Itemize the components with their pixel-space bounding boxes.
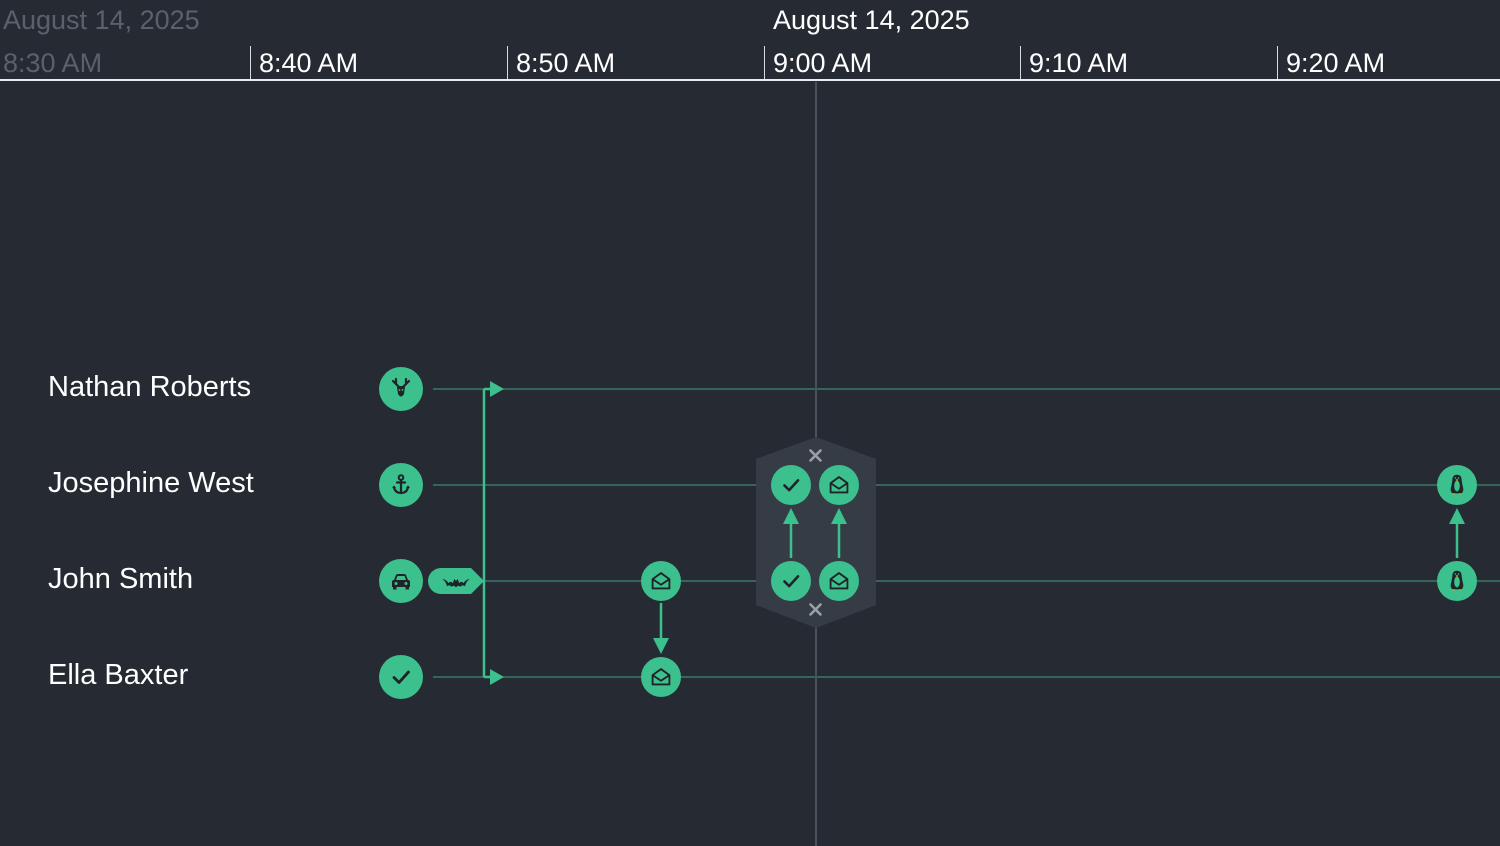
lane-label-nathan-roberts[interactable]: Nathan Roberts	[48, 371, 251, 404]
penguin-icon[interactable]	[1437, 561, 1477, 601]
check-icon[interactable]	[379, 655, 423, 699]
lane-label-josephine-west[interactable]: Josephine West	[48, 467, 254, 500]
penguin-icon[interactable]	[1437, 465, 1477, 505]
car-icon[interactable]	[379, 559, 423, 603]
deer-icon[interactable]	[379, 367, 423, 411]
branch-connector	[482, 387, 492, 679]
timeline-view[interactable]: August 14, 2025 August 14, 2025 8:30 AM …	[0, 0, 1500, 846]
branch-arrow-nathan	[490, 381, 504, 397]
arrow-email-down-850	[653, 603, 669, 654]
timeline-canvas[interactable]	[0, 0, 1500, 846]
lane-label-john-smith[interactable]: John Smith	[48, 563, 193, 596]
lane-label-ella-baxter[interactable]: Ella Baxter	[48, 659, 188, 692]
envelope-icon[interactable]	[819, 465, 859, 505]
envelope-icon[interactable]	[819, 561, 859, 601]
envelope-icon[interactable]	[641, 657, 681, 697]
bat-icon[interactable]	[428, 568, 484, 594]
anchor-icon[interactable]	[379, 463, 423, 507]
check-icon[interactable]	[771, 465, 811, 505]
branch-arrow-ella	[490, 669, 504, 685]
envelope-icon[interactable]	[641, 561, 681, 601]
arrow-penguin-up-920	[1449, 508, 1465, 558]
event-group-panel[interactable]	[756, 437, 876, 628]
check-icon[interactable]	[771, 561, 811, 601]
